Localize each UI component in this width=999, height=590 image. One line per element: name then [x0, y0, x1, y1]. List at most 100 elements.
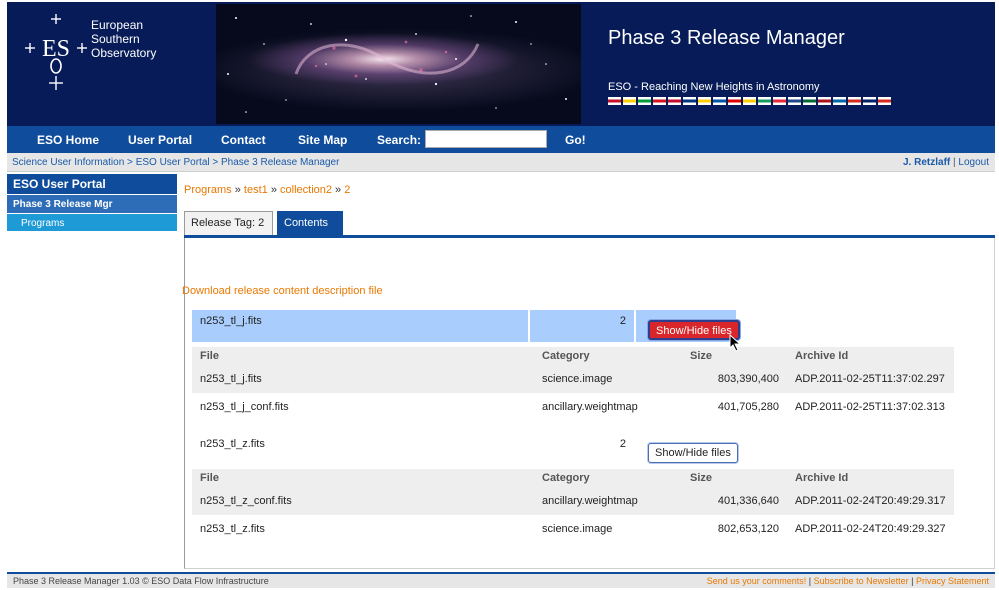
- language-flag-icon[interactable]: [653, 97, 666, 105]
- nav-user-portal[interactable]: User Portal: [128, 133, 192, 147]
- cell-size: 803,390,400: [682, 365, 787, 393]
- cell-category: ancillary.weightmap: [542, 401, 638, 413]
- table-row: n253_tl_z.fits science.image 802,653,120…: [192, 515, 954, 543]
- column-header-archive-id: Archive Id: [787, 469, 954, 487]
- path-test[interactable]: test1: [244, 184, 268, 196]
- column-header-file: File: [192, 347, 534, 365]
- language-flags: [608, 97, 893, 105]
- language-flag-icon[interactable]: [833, 97, 846, 105]
- language-flag-icon[interactable]: [698, 97, 711, 105]
- cell-file: n253_tl_j_conf.fits: [200, 401, 289, 413]
- site-footer: Phase 3 Release Manager 1.03 © ESO Data …: [7, 572, 995, 588]
- user-name-link[interactable]: J. Retzlaff: [903, 157, 950, 168]
- logout-link[interactable]: Logout: [958, 157, 989, 168]
- tab-contents[interactable]: Contents: [277, 211, 343, 235]
- language-flag-icon[interactable]: [758, 97, 771, 105]
- svg-text:ES: ES: [42, 36, 70, 62]
- column-header-file: File: [192, 469, 534, 487]
- user-area: J. Retzlaff | Logout: [903, 157, 989, 168]
- show-hide-files-button[interactable]: Show/Hide files: [648, 443, 738, 463]
- tab-release-tag[interactable]: Release Tag: 2: [184, 211, 273, 235]
- language-flag-icon[interactable]: [683, 97, 696, 105]
- dataset-name: n253_tl_j.fits: [192, 310, 528, 342]
- dataset-row[interactable]: n253_tl_j.fits 2 Show/Hide files: [192, 310, 954, 342]
- footer-separator: |: [908, 576, 916, 586]
- search-label: Search:: [377, 133, 422, 147]
- galaxy-banner-image: [216, 4, 581, 124]
- path-collection[interactable]: collection2: [280, 184, 332, 196]
- language-flag-icon[interactable]: [638, 97, 651, 105]
- footer-separator: |: [806, 576, 814, 586]
- language-flag-icon[interactable]: [728, 97, 741, 105]
- file-table: File Category Size Archive Id n253_tl_z_…: [192, 469, 954, 543]
- breadcrumb-eso-user-portal[interactable]: ESO User Portal: [136, 157, 210, 168]
- column-header-size: Size: [682, 469, 787, 487]
- breadcrumb-science-user-info[interactable]: Science User Information: [12, 157, 124, 168]
- language-flag-icon[interactable]: [623, 97, 636, 105]
- language-flag-icon[interactable]: [773, 97, 786, 105]
- language-flag-icon[interactable]: [713, 97, 726, 105]
- search-input[interactable]: [425, 130, 547, 148]
- dataset-name: n253_tl_z.fits: [200, 438, 265, 450]
- cell-category: ancillary.weightmap: [534, 487, 682, 515]
- org-name-line1: European: [91, 18, 144, 32]
- nav-contact[interactable]: Contact: [221, 133, 266, 147]
- cell-file: n253_tl_j.fits: [192, 365, 534, 393]
- column-header-category: Category: [534, 347, 682, 365]
- main-nav: ESO Home User Portal Contact Site Map Se…: [7, 126, 995, 153]
- cell-category: science.image: [534, 365, 682, 393]
- footer-comments-link[interactable]: Send us your comments!: [707, 576, 807, 586]
- footer-newsletter-link[interactable]: Subscribe to Newsletter: [814, 576, 909, 586]
- language-flag-icon[interactable]: [743, 97, 756, 105]
- cell-size: 401,705,280: [717, 401, 779, 413]
- sidebar-item-programs[interactable]: Programs: [7, 213, 177, 231]
- nav-site-map[interactable]: Site Map: [298, 133, 347, 147]
- tagline: ESO - Reaching New Heights in Astronomy: [608, 81, 820, 93]
- table-row: n253_tl_z_conf.fits ancillary.weightmap …: [192, 487, 954, 515]
- user-separator: |: [953, 157, 956, 168]
- footer-privacy-link[interactable]: Privacy Statement: [916, 576, 989, 586]
- path-release[interactable]: 2: [344, 184, 350, 196]
- path-separator: »: [332, 184, 345, 196]
- breadcrumb-separator: >: [124, 157, 136, 168]
- language-flag-icon[interactable]: [668, 97, 681, 105]
- language-flag-icon[interactable]: [608, 97, 621, 105]
- galaxy-stars: [227, 15, 567, 113]
- language-flag-icon[interactable]: [848, 97, 861, 105]
- download-description-link[interactable]: Download release content description fil…: [182, 285, 383, 297]
- cell-archive-id: ADP.2011-02-24T20:49:29.327: [795, 523, 946, 535]
- table-row: n253_tl_j_conf.fits ancillary.weightmap …: [192, 393, 954, 421]
- nav-eso-home[interactable]: ESO Home: [37, 133, 99, 147]
- breadcrumb-bar: Science User Information > ESO User Port…: [7, 153, 995, 172]
- org-name: European Southern Observatory: [91, 18, 156, 60]
- app-title: Phase 3 Release Manager: [608, 27, 845, 49]
- sidebar-item-release-manager[interactable]: Phase 3 Release Mgr: [7, 194, 177, 213]
- eso-logo-icon[interactable]: ES: [21, 10, 91, 96]
- dataset-file-count: 2: [530, 310, 634, 342]
- file-table: File Category Size Archive Id n253_tl_j.…: [192, 347, 954, 421]
- sidebar-item-eso-user-portal[interactable]: ESO User Portal: [7, 174, 177, 194]
- site-header: ES European Southern Observatory Phase 3…: [7, 2, 995, 126]
- search-go-button[interactable]: Go!: [565, 133, 586, 147]
- cell-archive-id: ADP.2011-02-25T11:37:02.313: [795, 401, 945, 413]
- language-flag-icon[interactable]: [878, 97, 891, 105]
- path-programs[interactable]: Programs: [184, 184, 232, 196]
- file-table-header-row: File Category Size Archive Id: [192, 347, 954, 365]
- cell-archive-id: ADP.2011-02-24T20:49:29.317: [787, 487, 954, 515]
- cell-category: science.image: [542, 523, 613, 535]
- footer-links: Send us your comments! | Subscribe to Ne…: [707, 576, 989, 586]
- cell-file: n253_tl_z_conf.fits: [192, 487, 534, 515]
- show-hide-files-button[interactable]: Show/Hide files: [648, 320, 740, 340]
- language-flag-icon[interactable]: [818, 97, 831, 105]
- org-name-line2: Southern: [91, 32, 140, 46]
- column-header-archive-id: Archive Id: [787, 347, 954, 365]
- page: ES European Southern Observatory Phase 3…: [7, 2, 995, 588]
- dataset-row[interactable]: n253_tl_z.fits 2 Show/Hide files: [192, 433, 954, 465]
- language-flag-icon[interactable]: [788, 97, 801, 105]
- language-flag-icon[interactable]: [863, 97, 876, 105]
- cell-file: n253_tl_z.fits: [200, 523, 265, 535]
- language-flag-icon[interactable]: [803, 97, 816, 105]
- breadcrumb-release-manager[interactable]: Phase 3 Release Manager: [221, 157, 339, 168]
- sidebar: ESO User Portal Phase 3 Release Mgr Prog…: [7, 174, 177, 231]
- footer-version: Phase 3 Release Manager 1.03 © ESO Data …: [13, 576, 269, 586]
